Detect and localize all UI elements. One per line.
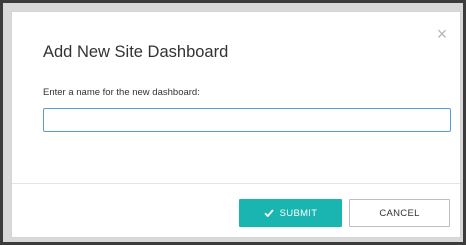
dialog-title: Add New Site Dashboard [43,43,229,61]
window-frame: × Add New Site Dashboard Enter a name fo… [0,0,466,245]
dashboard-name-label: Enter a name for the new dashboard: [43,87,200,98]
cancel-button[interactable]: CANCEL [349,199,450,227]
submit-button[interactable]: SUBMIT [239,199,342,227]
dashboard-name-input[interactable] [43,108,451,132]
cancel-label: CANCEL [379,207,420,219]
footer-divider [12,183,460,184]
submit-label: SUBMIT [279,207,318,219]
checkmark-icon [264,209,274,218]
close-icon[interactable]: × [434,25,450,43]
add-dashboard-dialog: × Add New Site Dashboard Enter a name fo… [11,11,461,238]
